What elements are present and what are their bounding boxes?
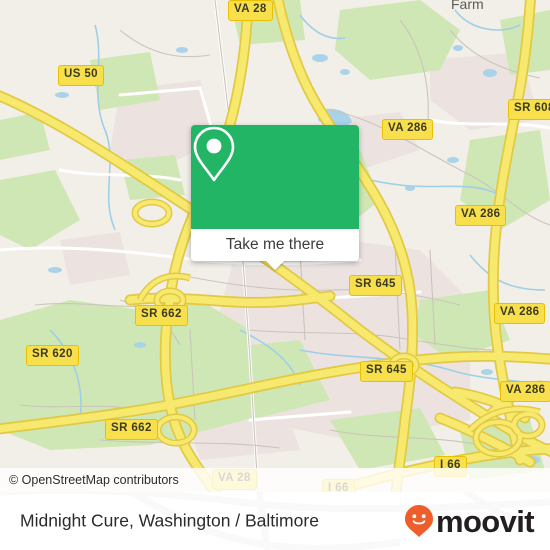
road-shield: SR 620 [26,345,79,366]
road-shield: VA 286 [500,381,550,402]
road-shield: VA 286 [455,205,507,226]
map-pin-icon [193,126,235,182]
road-shield: SR 662 [135,305,188,326]
road-shield: SR 608 [508,99,550,120]
popup-action-bar[interactable]: Take me there [191,229,359,270]
page-title: Midnight Cure, Washington / Baltimore [20,510,319,531]
popup-pointer-arrow [266,261,284,270]
location-popup-card[interactable]: Take me there [191,125,359,270]
footer-bar: Midnight Cure, Washington / Baltimore mo… [0,492,550,550]
road-shield: US 50 [58,65,104,86]
take-me-there-label: Take me there [225,236,325,253]
popup-icon-area [191,125,359,229]
moovit-wordmark: moovit [435,503,535,539]
road-shield: SR 645 [360,361,413,382]
road-shield: VA 286 [382,119,434,140]
road-shield: VA 28 [228,0,273,21]
map-attribution-bar: © OpenStreetMap contributors [0,468,550,492]
road-shield: VA 286 [494,303,546,324]
moovit-pin-icon [404,505,433,537]
place-label: Farm [451,0,484,12]
screenshot-root: VA 28 US 50 SR 608 VA 286 VA 286 SR 662 SR 645… [0,0,550,550]
road-shield: SR 645 [349,275,402,296]
moovit-brand[interactable]: moovit [404,503,535,539]
map-canvas[interactable]: VA 28 US 50 SR 608 VA 286 VA 286 SR 662 SR 645… [0,0,550,492]
road-shield: SR 662 [105,419,158,440]
openstreetmap-attribution[interactable]: © OpenStreetMap contributors [0,473,179,487]
